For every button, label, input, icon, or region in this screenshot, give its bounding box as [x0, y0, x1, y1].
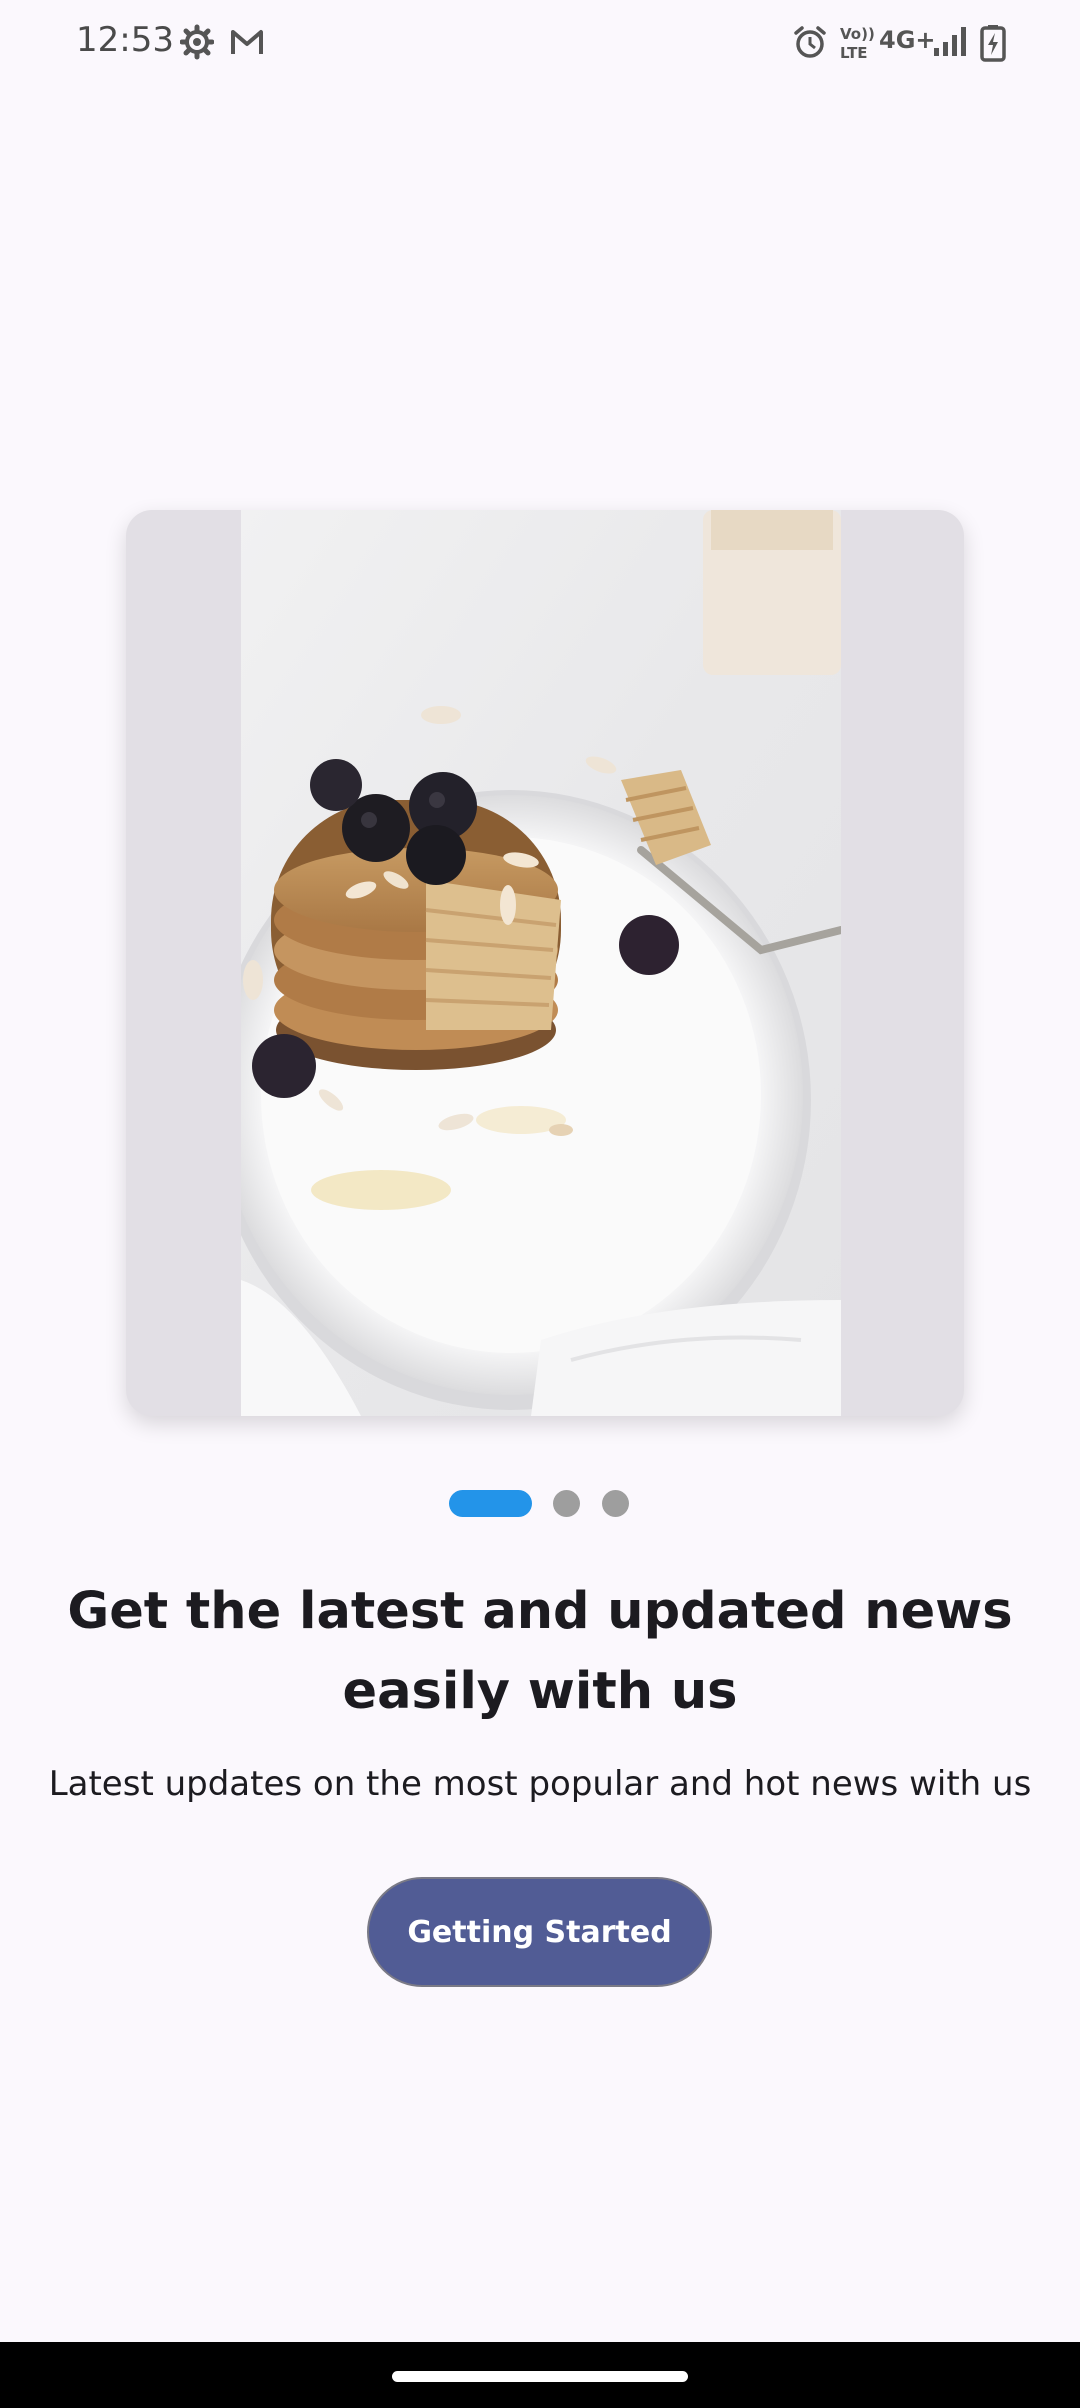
- svg-text:LTE: LTE: [840, 44, 868, 62]
- onboarding-screen: 12:53 Vo)) LTE 4G+ Get the latest and up…: [0, 0, 1080, 2408]
- onboarding-subtext: Latest updates on the most popular and h…: [48, 1764, 1032, 1804]
- svg-text:Vo)): Vo)): [840, 25, 874, 43]
- signal-icon: [932, 24, 968, 60]
- page-indicator-dot[interactable]: [602, 1490, 629, 1517]
- alarm-icon: [792, 24, 828, 60]
- battery-charging-icon: [980, 24, 1006, 62]
- home-gesture-handle[interactable]: [392, 2371, 688, 2382]
- carousel-card[interactable]: [126, 510, 964, 1416]
- gmail-icon: [230, 24, 264, 60]
- getting-started-button[interactable]: Getting Started: [367, 1877, 712, 1987]
- page-indicator-dot-active[interactable]: [449, 1490, 532, 1517]
- page-indicator-dot[interactable]: [553, 1490, 580, 1517]
- page-indicator: [0, 1490, 1080, 1518]
- status-bar: 12:53 Vo)) LTE 4G+: [0, 0, 1080, 90]
- carousel-image-pancakes: [241, 510, 841, 1416]
- settings-gear-icon: [180, 24, 214, 60]
- onboarding-headline: Get the latest and updated news easily w…: [67, 1582, 1013, 1721]
- network-4g-plus-icon: 4G+: [879, 26, 936, 54]
- status-time: 12:53: [76, 20, 174, 60]
- volte-icon: Vo)) LTE: [838, 22, 874, 62]
